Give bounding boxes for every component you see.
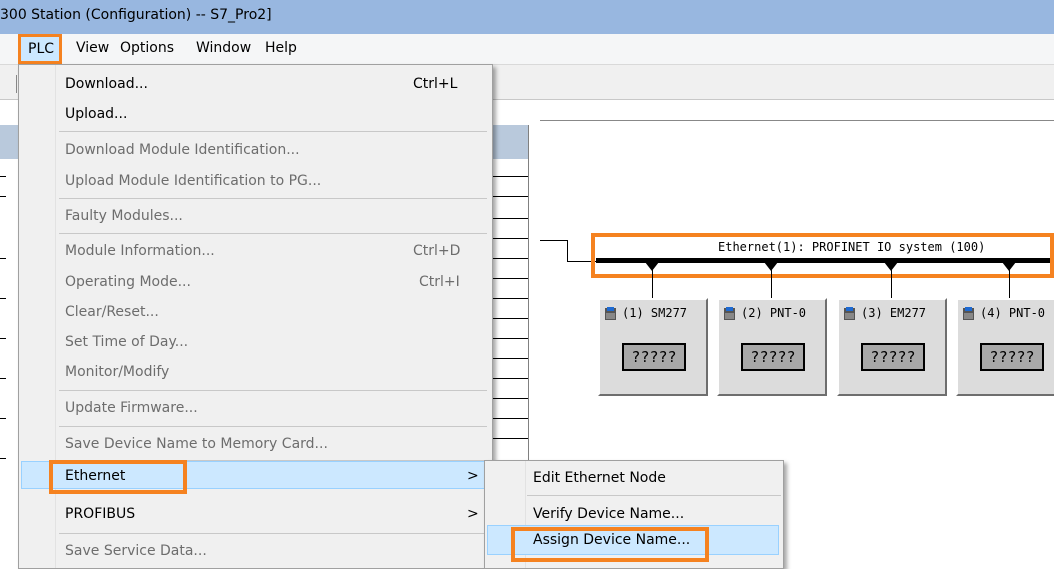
menu-item-upload[interactable]: Upload... xyxy=(65,99,127,129)
bus-connector xyxy=(540,240,568,241)
shortcut-operating-mode: Ctrl+I xyxy=(419,274,460,290)
ethernet-highlight-outline xyxy=(49,460,187,494)
menu-item-update-firmware[interactable]: Update Firmware... xyxy=(65,393,198,423)
menu-item-save-service-data[interactable]: Save Service Data... xyxy=(65,536,207,566)
menu-window[interactable]: Window xyxy=(196,40,251,56)
device-icon xyxy=(605,307,616,320)
menu-item-upload-module-id[interactable]: Upload Module Identification to PG... xyxy=(65,166,321,196)
menu-separator xyxy=(59,198,487,199)
submenu-arrow-icon: > xyxy=(467,468,479,484)
submenu-item-edit-ethernet-node[interactable]: Edit Ethernet Node xyxy=(533,463,666,493)
menu-plc[interactable]: PLC xyxy=(18,34,62,64)
io-device-2[interactable]: (2) PNT-0 ????? xyxy=(717,298,827,396)
menu-view[interactable]: View xyxy=(76,40,109,56)
shortcut-download: Ctrl+L xyxy=(413,76,458,92)
shortcut-module-information: Ctrl+D xyxy=(413,243,461,259)
menu-item-download[interactable]: Download... xyxy=(65,69,148,99)
device-title: (1) SM277 xyxy=(622,306,688,320)
menu-item-download-module-id[interactable]: Download Module Identification... xyxy=(65,135,300,165)
submenu-separator xyxy=(527,495,781,496)
bus-connector-vertical xyxy=(567,240,568,262)
menu-item-save-device-name[interactable]: Save Device Name to Memory Card... xyxy=(65,429,328,459)
device-title: (3) EM277 xyxy=(861,306,927,320)
device-icon xyxy=(844,307,855,320)
menu-separator xyxy=(59,426,487,427)
io-device-1[interactable]: (1) SM277 ????? xyxy=(598,298,708,396)
menu-item-operating-mode[interactable]: Operating Mode... xyxy=(65,267,191,297)
io-device-3[interactable]: (3) EM277 ????? xyxy=(837,298,947,396)
device-name-box: ????? xyxy=(980,343,1044,371)
menu-separator xyxy=(59,131,487,132)
device-title: (2) PNT-0 xyxy=(741,306,807,320)
window-title: 300 Station (Configuration) -- S7_Pro2] xyxy=(0,7,272,23)
device-name-box: ????? xyxy=(741,343,805,371)
bus-highlight-outline xyxy=(591,233,1054,278)
device-icon xyxy=(724,307,735,320)
device-name-box: ????? xyxy=(622,343,686,371)
bus-stem-3 xyxy=(891,270,892,298)
menu-help[interactable]: Help xyxy=(265,40,297,56)
menu-bar: PLC View Options Window Help xyxy=(0,34,1054,65)
menu-separator xyxy=(59,233,487,234)
menu-item-profibus[interactable]: PROFIBUS xyxy=(65,499,135,529)
plc-dropdown-menu: Download... Ctrl+L Upload... Download Mo… xyxy=(18,64,493,569)
menu-options[interactable]: Options xyxy=(120,40,174,56)
io-device-4[interactable]: (4) PNT-0 ????? xyxy=(956,298,1054,396)
device-title: (4) PNT-0 xyxy=(980,306,1046,320)
device-icon xyxy=(963,307,974,320)
menu-separator xyxy=(59,533,487,534)
bus-stem-1 xyxy=(652,270,653,298)
bus-stem-4 xyxy=(1009,270,1010,298)
menu-item-set-time-of-day[interactable]: Set Time of Day... xyxy=(65,327,188,357)
bus-stem-2 xyxy=(771,270,772,298)
submenu-arrow-icon: > xyxy=(467,506,479,522)
assign-highlight-outline xyxy=(511,527,709,562)
menu-item-module-information[interactable]: Module Information... xyxy=(65,236,215,266)
title-bar: 300 Station (Configuration) -- S7_Pro2] xyxy=(0,0,1054,34)
device-name-box: ????? xyxy=(861,343,925,371)
menu-item-monitor-modify[interactable]: Monitor/Modify xyxy=(65,357,169,387)
menu-item-faulty-modules[interactable]: Faulty Modules... xyxy=(65,201,183,231)
menu-plc-label: PLC xyxy=(28,41,55,57)
menu-separator xyxy=(59,390,487,391)
menu-item-clear-reset[interactable]: Clear/Reset... xyxy=(65,297,159,327)
ethernet-submenu: Edit Ethernet Node Verify Device Name...… xyxy=(484,460,784,569)
